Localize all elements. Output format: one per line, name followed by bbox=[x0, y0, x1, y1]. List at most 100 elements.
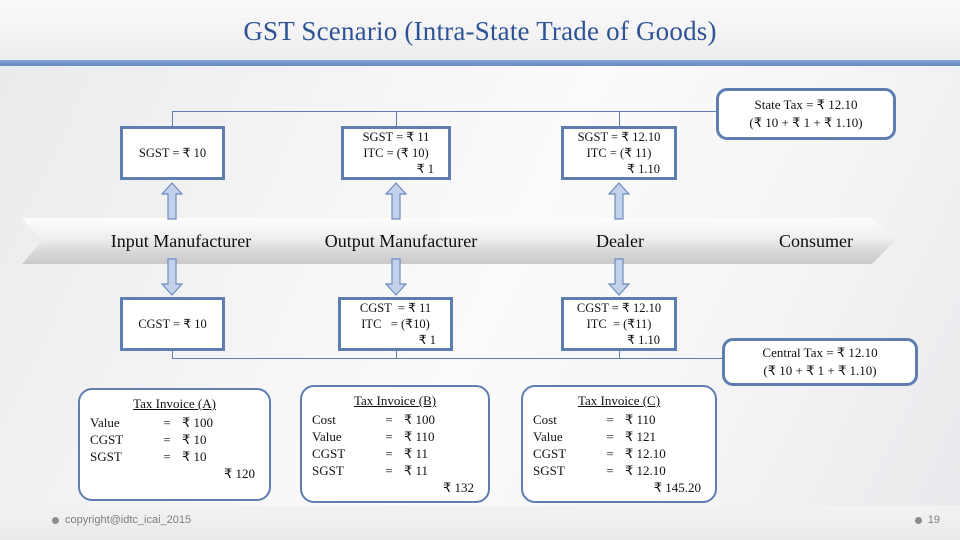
invoice-row-equals: = bbox=[163, 449, 171, 464]
invoice-a-row: SGST = ₹ 10 bbox=[90, 448, 259, 465]
title-divider bbox=[0, 60, 960, 66]
down-arrow-input-manufacturer bbox=[161, 258, 183, 296]
invoice-row-value: ₹ 12.10 bbox=[625, 463, 666, 478]
invoice-row-value: ₹ 121 bbox=[625, 429, 657, 444]
invoice-row-equals: = bbox=[385, 429, 393, 444]
invoice-row-label: CGST bbox=[533, 446, 567, 461]
sgst-box-output-manufacturer: SGST = ₹ 11 ITC = (₹ 10) ₹ 1 bbox=[341, 126, 451, 180]
invoice-row-value: ₹ 12.10 bbox=[625, 446, 666, 461]
invoice-row-label: SGST bbox=[312, 463, 344, 478]
invoice-row-equals: = bbox=[606, 429, 614, 444]
sgst-trunk-horizontal bbox=[172, 111, 752, 112]
invoice-a-row: CGST = ₹ 10 bbox=[90, 431, 259, 448]
sgst-stub-output bbox=[396, 111, 397, 127]
band-stage-label: Output Manufacturer bbox=[324, 231, 478, 251]
invoice-row-value: ₹ 110 bbox=[625, 412, 656, 427]
invoice-a-total: ₹ 120 bbox=[223, 466, 255, 481]
cgst-box-output-manufacturer: CGST = ₹ 11 ITC = (₹10) ₹ 1 bbox=[338, 297, 453, 351]
invoice-a-title: Tax Invoice (A) bbox=[133, 396, 216, 411]
invoice-a-row: Value = ₹ 100 bbox=[90, 414, 259, 431]
page-title: GST Scenario (Intra-State Trade of Goods… bbox=[243, 16, 717, 46]
up-arrow-output-manufacturer bbox=[385, 182, 407, 220]
invoice-row-value: ₹ 11 bbox=[404, 446, 429, 461]
invoice-row-label: SGST bbox=[533, 463, 565, 478]
cgst-output-line1: CGST = ₹ 11 bbox=[359, 301, 432, 315]
down-arrow-dealer bbox=[608, 258, 630, 296]
invoice-b-row: Value = ₹ 110 bbox=[312, 428, 478, 445]
state-tax-callout: State Tax = ₹ 12.10 (₹ 10 + ₹ 1 + ₹ 1.10… bbox=[716, 88, 896, 140]
cgst-box-input-manufacturer: CGST = ₹ 10 bbox=[120, 297, 225, 351]
invoice-row-label: SGST bbox=[90, 449, 122, 464]
invoice-row-equals: = bbox=[606, 412, 614, 427]
cgst-input-line1: CGST = ₹ 10 bbox=[138, 317, 207, 331]
invoice-row-equals: = bbox=[385, 463, 393, 478]
invoice-b-row: SGST = ₹ 11 bbox=[312, 462, 478, 479]
sgst-input-line1: SGST = ₹ 10 bbox=[138, 146, 207, 160]
invoice-row-value: ₹ 110 bbox=[404, 429, 435, 444]
sgst-box-dealer: SGST = ₹ 12.10 ITC = (₹ 11) ₹ 1.10 bbox=[561, 126, 677, 180]
sgst-output-line3: ₹ 1 bbox=[416, 162, 434, 176]
copyright-note: copyright@idtc_icai_2015 bbox=[52, 514, 191, 526]
cgst-stub-output bbox=[396, 351, 397, 359]
invoice-row-label: Cost bbox=[312, 412, 336, 427]
band-stage-label: Consumer bbox=[779, 231, 853, 251]
cgst-output-line3: ₹ 1 bbox=[418, 333, 436, 347]
sgst-stub-input bbox=[172, 111, 173, 127]
invoice-row-equals: = bbox=[606, 463, 614, 478]
invoice-row-equals: = bbox=[385, 412, 393, 427]
invoice-row-value: ₹ 100 bbox=[182, 415, 214, 430]
invoice-b-row: Cost = ₹ 100 bbox=[312, 411, 478, 428]
cgst-dealer-line1: CGST = ₹ 12.10 bbox=[576, 301, 662, 315]
tax-invoice-b: Tax Invoice (B) Cost = ₹ 100 Value = ₹ 1… bbox=[300, 385, 490, 503]
band-stage-consumer: Consumer bbox=[752, 218, 880, 264]
tax-invoice-a: Tax Invoice (A) Value = ₹ 100 CGST = ₹ 1… bbox=[78, 388, 271, 501]
slide-number: 19 bbox=[914, 514, 940, 526]
bullet-icon bbox=[914, 516, 922, 524]
invoice-row-value: ₹ 100 bbox=[404, 412, 436, 427]
sgst-output-line2: ITC = (₹ 10) bbox=[363, 146, 429, 160]
sgst-stub-dealer bbox=[619, 111, 620, 127]
sgst-box-input-manufacturer: SGST = ₹ 10 bbox=[120, 126, 225, 180]
cgst-trunk-horizontal bbox=[172, 358, 722, 359]
cgst-stub-dealer bbox=[619, 351, 620, 359]
invoice-row-value: ₹ 11 bbox=[404, 463, 429, 478]
cgst-output-line2: ITC = (₹10) bbox=[361, 317, 430, 331]
cgst-dealer-line2: ITC = (₹11) bbox=[586, 317, 652, 331]
copyright-text: copyright@idtc_icai_2015 bbox=[65, 514, 192, 526]
invoice-c-row: CGST = ₹ 12.10 bbox=[533, 445, 705, 462]
invoice-c-title: Tax Invoice (C) bbox=[577, 393, 661, 408]
invoice-row-label: Value bbox=[90, 415, 120, 430]
invoice-row-equals: = bbox=[163, 432, 171, 447]
invoice-row-label: Value bbox=[533, 429, 563, 444]
invoice-row-label: CGST bbox=[90, 432, 124, 447]
band-stage-label: Dealer bbox=[596, 231, 644, 251]
slide-canvas: GST Scenario (Intra-State Trade of Goods… bbox=[0, 0, 960, 540]
sgst-output-line1: SGST = ₹ 11 bbox=[362, 130, 430, 144]
invoice-row-equals: = bbox=[385, 446, 393, 461]
invoice-b-row: CGST = ₹ 11 bbox=[312, 445, 478, 462]
sgst-dealer-line2: ITC = (₹ 11) bbox=[586, 146, 652, 160]
invoice-row-label: CGST bbox=[312, 446, 346, 461]
state-tax-line1: State Tax = ₹ 12.10 bbox=[754, 97, 858, 112]
invoice-row-label: Cost bbox=[533, 412, 557, 427]
central-tax-line1: Central Tax = ₹ 12.10 bbox=[762, 345, 878, 360]
invoice-row-equals: = bbox=[606, 446, 614, 461]
invoice-c-total: ₹ 145.20 bbox=[653, 480, 701, 495]
invoice-c-row: SGST = ₹ 12.10 bbox=[533, 462, 705, 479]
band-stage-label: Input Manufacturer bbox=[110, 231, 252, 251]
central-tax-line2: (₹ 10 + ₹ 1 + ₹ 1.10) bbox=[763, 363, 877, 378]
invoice-row-value: ₹ 10 bbox=[182, 449, 207, 464]
state-tax-line2: (₹ 10 + ₹ 1 + ₹ 1.10) bbox=[749, 115, 863, 130]
sgst-dealer-line1: SGST = ₹ 12.10 bbox=[577, 130, 661, 144]
cgst-box-dealer: CGST = ₹ 12.10 ITC = (₹11) ₹ 1.10 bbox=[561, 297, 677, 351]
invoice-b-title: Tax Invoice (B) bbox=[353, 393, 437, 408]
central-tax-callout: Central Tax = ₹ 12.10 (₹ 10 + ₹ 1 + ₹ 1.… bbox=[722, 338, 918, 386]
up-arrow-input-manufacturer bbox=[161, 182, 183, 220]
cgst-stub-input bbox=[172, 351, 173, 359]
invoice-c-row: Value = ₹ 121 bbox=[533, 428, 705, 445]
down-arrow-output-manufacturer bbox=[385, 258, 407, 296]
invoice-c-row: Cost = ₹ 110 bbox=[533, 411, 705, 428]
invoice-row-value: ₹ 10 bbox=[182, 432, 207, 447]
sgst-dealer-line3: ₹ 1.10 bbox=[627, 162, 660, 176]
bullet-icon bbox=[52, 516, 59, 524]
